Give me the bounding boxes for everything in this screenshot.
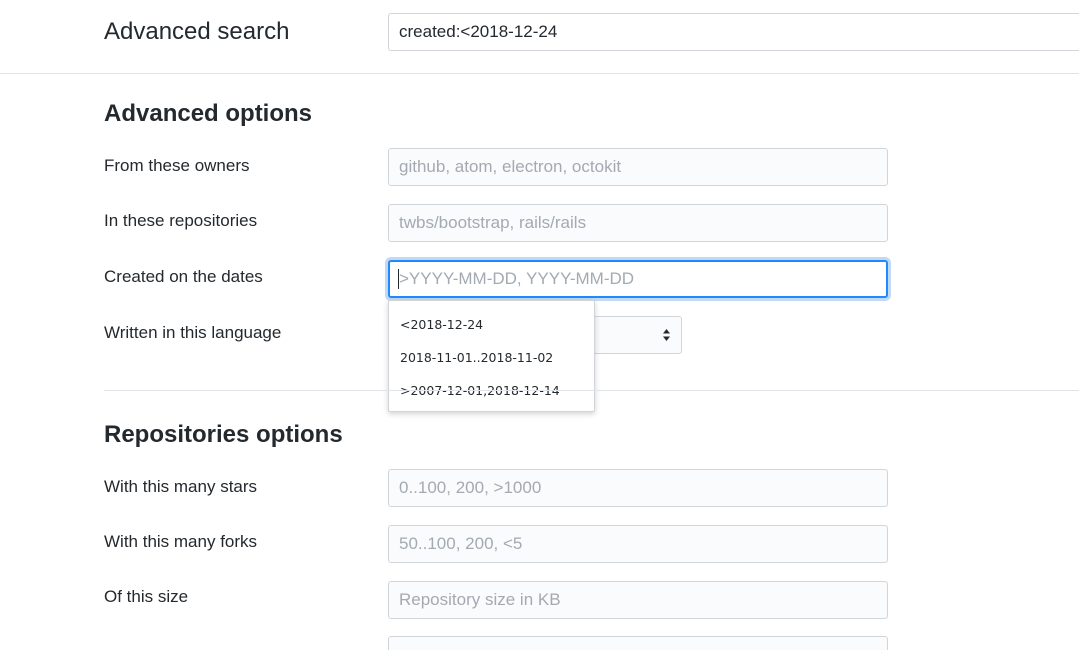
forks-label: With this many forks — [104, 532, 258, 551]
created-dates-input[interactable] — [388, 260, 888, 298]
advanced-search-page: Advanced search Advanced options From th… — [0, 0, 1079, 650]
size-input[interactable] — [388, 581, 888, 619]
autocomplete-option[interactable]: <2018-12-24 — [389, 311, 594, 344]
select-arrows-icon — [663, 329, 670, 341]
text-caret — [398, 269, 399, 289]
next-field-input-partial[interactable] — [388, 636, 888, 650]
created-dates-label: Created on the dates — [104, 267, 263, 286]
repositories-label: In these repositories — [104, 211, 258, 230]
language-label: Written in this language — [104, 323, 282, 342]
autocomplete-option[interactable]: 2018-11-01..2018-11-02 — [389, 344, 594, 377]
owners-label: From these owners — [104, 156, 250, 175]
page-title: Advanced search — [104, 18, 290, 45]
owners-input[interactable] — [388, 148, 888, 186]
stars-label: With this many stars — [104, 477, 258, 496]
advanced-options-title: Advanced options — [104, 100, 313, 127]
date-autocomplete-dropdown: <2018-12-24 2018-11-01..2018-11-02 >2007… — [388, 300, 595, 412]
stars-input[interactable] — [388, 469, 888, 507]
autocomplete-option[interactable]: >2007-12-01,2018-12-14 — [389, 377, 594, 410]
forks-input[interactable] — [388, 525, 888, 563]
size-label: Of this size — [104, 587, 189, 606]
repositories-options-title: Repositories options — [104, 421, 343, 448]
section-divider — [104, 390, 1079, 391]
repositories-input[interactable] — [388, 204, 888, 242]
header-divider — [0, 73, 1079, 74]
search-query-input[interactable] — [388, 13, 1079, 51]
